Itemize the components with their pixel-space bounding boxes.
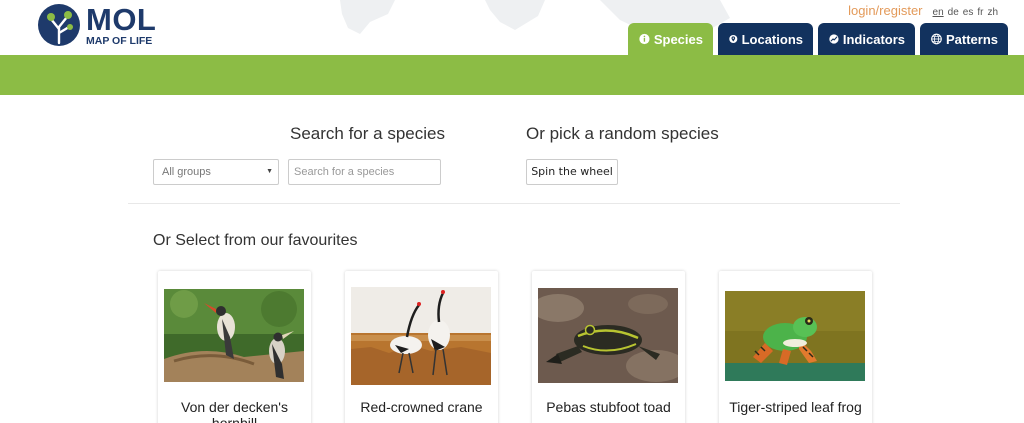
language-fr-link[interactable]: fr [977,7,983,18]
tab-indicators[interactable]: Indicators [818,23,915,55]
search-heading: Search for a species [290,124,445,143]
tab-species-label: Species [653,31,703,47]
species-search-input[interactable] [288,159,441,185]
random-heading: Or pick a random species [526,124,719,143]
info-icon [639,33,650,45]
language-en-link[interactable]: en [933,7,944,18]
tab-locations[interactable]: Locations [718,23,813,55]
trend-chart-icon [829,34,839,44]
favourite-card-crane[interactable]: Red-crowned crane [345,271,498,423]
language-zh-link[interactable]: zh [987,7,998,18]
language-de-link[interactable]: de [948,7,959,18]
favourites-heading: Or Select from our favourites [153,232,358,249]
chevron-down-icon: ▼ [266,168,273,175]
group-select-value: All groups [162,166,211,178]
language-es-link[interactable]: es [963,7,974,18]
main-nav-tabs: Species Locations Indicators Patterns [623,23,1008,55]
green-banner [0,55,1024,95]
toad-photo [538,288,678,383]
leaf-frog-photo [725,291,865,381]
hornbill-photo [164,289,304,382]
tab-species[interactable]: Species [628,23,713,55]
header: MOL MAP OF LIFE login/register en de es … [0,0,1024,55]
favourite-card-hornbill[interactable]: Von der decken's hornbill [158,271,311,423]
crane-photo [351,287,491,385]
tab-patterns-label: Patterns [945,31,998,47]
tab-indicators-label: Indicators [842,31,905,47]
favourite-name: Tiger-striped leaf frog [729,399,862,415]
logo-title: MOL [86,1,157,37]
favourite-name: Red-crowned crane [360,399,483,415]
tree-globe-icon [38,4,80,46]
top-links: login/register en de es fr zh [848,3,998,18]
logo-subtitle: MAP OF LIFE [86,34,153,47]
spin-the-wheel-button[interactable]: Spin the wheel [526,159,618,185]
favourite-card-leaf-frog[interactable]: Tiger-striped leaf frog [719,271,872,423]
favourite-name: Von der decken's hornbill [181,399,288,423]
favourite-name: Pebas stubfoot toad [546,399,671,415]
tab-locations-label: Locations [741,31,803,47]
group-select[interactable]: All groups ▼ [153,159,279,185]
map-pin-icon [729,34,738,44]
favourite-card-toad[interactable]: Pebas stubfoot toad [532,271,685,423]
tab-patterns[interactable]: Patterns [920,23,1008,55]
mol-logo[interactable]: MOL MAP OF LIFE [37,3,156,47]
section-divider [128,203,900,204]
globe-icon [931,33,942,45]
login-register-link[interactable]: login/register [848,3,922,18]
